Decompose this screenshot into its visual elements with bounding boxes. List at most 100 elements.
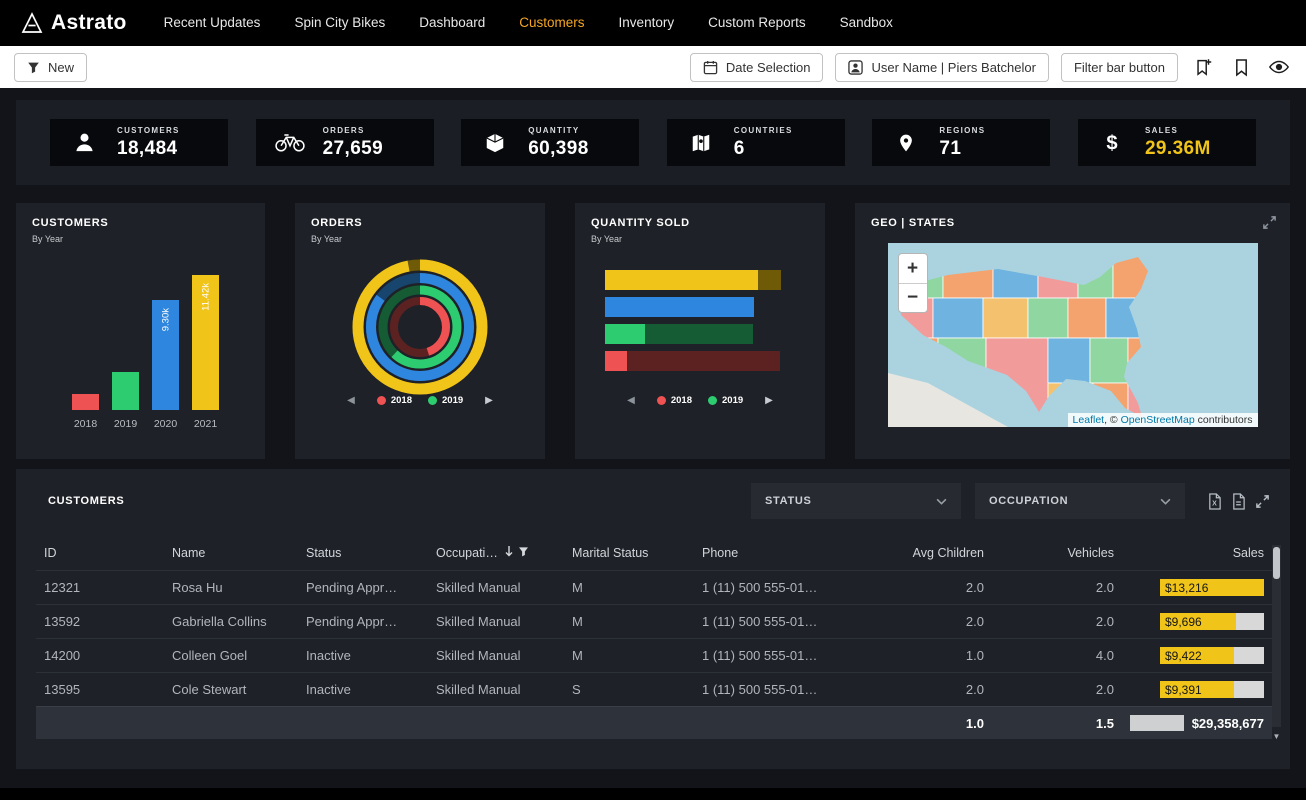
bar-value-label: 11.42k (200, 283, 211, 311)
nav-item-custom-reports[interactable]: Custom Reports (691, 0, 823, 46)
kpi-strip: CUSTOMERS 18,484 ORDERS 27,659 QUANTITY … (16, 100, 1290, 185)
customers-table-body: 12321Rosa HuPending Appr…Skilled ManualM… (36, 571, 1272, 740)
table-header-bar: CUSTOMERS STATUS OCCUPATION X (36, 483, 1270, 519)
kpi-value: 6 (734, 138, 793, 160)
bar-2020[interactable]: 9.30k (152, 300, 179, 410)
scrollbar-thumb[interactable] (1273, 547, 1280, 579)
kpi-value: 60,398 (528, 138, 589, 160)
customers-table-panel: CUSTOMERS STATUS OCCUPATION X (16, 469, 1290, 769)
x-axis-label: 2019 (112, 418, 139, 430)
nav-item-dashboard[interactable]: Dashboard (402, 0, 502, 46)
nav-item-customers[interactable]: Customers (502, 0, 601, 46)
table-scrollbar[interactable] (1272, 545, 1281, 727)
eye-icon[interactable] (1266, 54, 1292, 80)
table-cell: M (564, 639, 694, 673)
sort-descending-icon[interactable] (504, 545, 514, 560)
hbar-2021[interactable] (605, 270, 785, 290)
legend-prev-icon[interactable]: ◀ (621, 394, 641, 407)
excel-export-icon[interactable]: X (1207, 493, 1222, 510)
bookmark-icon[interactable] (1228, 54, 1254, 80)
hbar-2020[interactable] (605, 297, 785, 317)
column-header-status[interactable]: Status (298, 535, 428, 571)
bookmark-add-icon[interactable] (1190, 54, 1216, 80)
filter-bar-button-label: Filter bar button (1074, 60, 1165, 75)
date-selection-button[interactable]: Date Selection (690, 53, 824, 82)
chart-title: CUSTOMERS (32, 217, 249, 229)
table-cell-sales: $9,391 (1122, 673, 1272, 707)
totals-vehicles: 1.5 (992, 707, 1122, 740)
column-header-vehicles[interactable]: Vehicles (992, 535, 1122, 571)
table-cell: M (564, 571, 694, 605)
table-cell: M (564, 605, 694, 639)
legend-next-icon[interactable]: ▶ (759, 394, 779, 407)
quantity-hbar-chart (605, 270, 785, 371)
donut-ring-2021[interactable] (358, 265, 482, 389)
hbar-2018[interactable] (605, 351, 785, 371)
leaflet-link[interactable]: Leaflet (1073, 414, 1105, 426)
legend-item-2019[interactable]: 2019 (428, 395, 463, 406)
table-row[interactable]: 13592Gabriella CollinsPending Appr…Skill… (36, 605, 1272, 639)
table-header-row: ID Name Status Occupati… Marital Status … (36, 535, 1272, 571)
new-button[interactable]: New (14, 53, 87, 82)
legend-next-icon[interactable]: ▶ (479, 394, 499, 407)
column-header-marital-status[interactable]: Marital Status (564, 535, 694, 571)
bar-column: 9.30k (152, 268, 179, 410)
kpi-label: REGIONS (939, 126, 985, 135)
table-cell: Gabriella Collins (164, 605, 298, 639)
occupation-filter-dropdown[interactable]: OCCUPATION (975, 483, 1185, 519)
table-cell: 1.0 (860, 639, 992, 673)
status-filter-dropdown[interactable]: STATUS (751, 483, 961, 519)
dashboard-content: CUSTOMERS 18,484 ORDERS 27,659 QUANTITY … (0, 88, 1306, 788)
table-cell: 4.0 (992, 639, 1122, 673)
nav-item-inventory[interactable]: Inventory (602, 0, 692, 46)
x-axis-label: 2020 (152, 418, 179, 430)
toolbar: New Date Selection User Name | Piers Bat… (0, 46, 1306, 88)
document-export-icon[interactable] (1231, 493, 1246, 510)
kpi-label: CUSTOMERS (117, 126, 180, 135)
table-cell: 12321 (36, 571, 164, 605)
table-row[interactable]: 12321Rosa HuPending Appr…Skilled ManualM… (36, 571, 1272, 605)
column-header-occupation[interactable]: Occupati… (428, 535, 564, 571)
status-filter-label: STATUS (765, 495, 812, 507)
column-header-sales[interactable]: Sales (1122, 535, 1272, 571)
column-header-phone[interactable]: Phone (694, 535, 860, 571)
bar-2018[interactable] (72, 394, 99, 410)
column-header-name[interactable]: Name (164, 535, 298, 571)
chart-subtitle: By Year (311, 234, 529, 244)
table-cell: Colleen Goel (164, 639, 298, 673)
sales-total-bar (1130, 715, 1184, 731)
legend-item-2019[interactable]: 2019 (708, 395, 743, 406)
expand-icon[interactable] (1255, 494, 1270, 509)
zoom-in-button[interactable]: + (899, 254, 927, 283)
expand-icon[interactable] (1262, 215, 1277, 235)
user-button[interactable]: User Name | Piers Batchelor (835, 53, 1049, 82)
zoom-out-button[interactable]: − (899, 283, 927, 312)
hbar-2019[interactable] (605, 324, 785, 344)
orders-donut-svg[interactable] (345, 252, 495, 402)
bar-2019[interactable] (112, 372, 139, 410)
table-cell: Pending Appr… (298, 605, 428, 639)
legend-item-2018[interactable]: 2018 (657, 395, 692, 406)
openstreetmap-link[interactable]: OpenStreetMap (1121, 414, 1195, 426)
us-states-map[interactable]: + − (888, 243, 1258, 427)
person-icon (68, 131, 100, 154)
legend-prev-icon[interactable]: ◀ (341, 394, 361, 407)
scroll-down-arrow-icon[interactable]: ▼ (1272, 732, 1281, 741)
column-header-avg-children[interactable]: Avg Children (860, 535, 992, 571)
nav-item-sandbox[interactable]: Sandbox (823, 0, 910, 46)
legend-item-2018[interactable]: 2018 (377, 395, 412, 406)
table-row[interactable]: 14200Colleen GoelInactiveSkilled ManualM… (36, 639, 1272, 673)
bar-column (112, 268, 139, 410)
column-header-id[interactable]: ID (36, 535, 164, 571)
column-filter-icon[interactable] (518, 546, 529, 560)
bar-2021[interactable]: 11.42k (192, 275, 219, 410)
nav-item-spin-city-bikes[interactable]: Spin City Bikes (277, 0, 402, 46)
table-row[interactable]: 13595Cole StewartInactiveSkilled ManualS… (36, 673, 1272, 707)
brand[interactable]: Astrato (20, 11, 127, 35)
kpi-label: SALES (1145, 126, 1211, 135)
legend-dot (428, 396, 437, 405)
filter-bar-button[interactable]: Filter bar button (1061, 53, 1178, 82)
kpi-value: 27,659 (323, 138, 384, 160)
nav-item-recent-updates[interactable]: Recent Updates (147, 0, 278, 46)
customers-chart-panel: CUSTOMERS By Year 9.30k11.42k 2018201920… (16, 203, 265, 459)
